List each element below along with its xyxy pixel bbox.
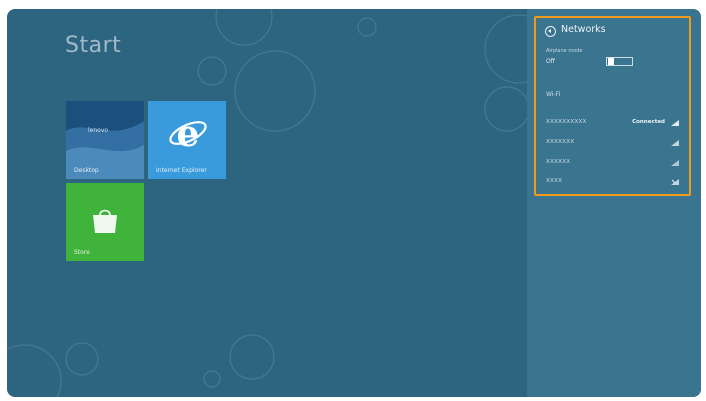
network-name: XXXX xyxy=(546,178,563,184)
wifi-signal-icon xyxy=(671,120,679,126)
network-row[interactable]: XXXXXX xyxy=(546,159,683,171)
network-name: XXXXXXX xyxy=(546,139,575,145)
wifi-signal-icon xyxy=(671,160,679,166)
store-bag-icon xyxy=(93,209,117,233)
wifi-signal-icon xyxy=(671,179,679,185)
tile-ie-label: Internet Explorer xyxy=(156,167,207,174)
network-status: Connected xyxy=(632,119,665,125)
desktop-brand: lenovo xyxy=(88,127,109,134)
airplane-mode-toggle[interactable] xyxy=(606,57,633,66)
ie-logo-icon: e xyxy=(169,113,207,153)
tile-desktop-label: Desktop xyxy=(74,167,99,174)
tile-store-label: Store xyxy=(74,249,90,256)
toggle-knob xyxy=(608,58,614,65)
start-screen: Start lenovo Desktop e Internet Explorer… xyxy=(7,9,701,397)
wifi-heading: Wi-Fi xyxy=(546,91,561,98)
start-title: Start xyxy=(65,33,122,58)
network-name: XXXXXXXXXX xyxy=(546,119,587,125)
airplane-mode-value: Off xyxy=(546,58,555,65)
back-icon[interactable] xyxy=(545,26,556,37)
tile-internet-explorer[interactable]: e Internet Explorer xyxy=(148,101,226,179)
tile-desktop[interactable]: lenovo Desktop xyxy=(66,101,144,179)
panel-title: Networks xyxy=(561,24,606,35)
svg-text:e: e xyxy=(177,113,200,153)
network-row[interactable]: XXXXXXXXXX Connected xyxy=(546,119,683,131)
wifi-signal-icon xyxy=(671,140,679,146)
tile-store[interactable]: Store xyxy=(66,183,144,261)
networks-panel: Networks Airplane mode Off Wi-Fi XXXXXXX… xyxy=(534,16,691,196)
network-name: XXXXXX xyxy=(546,159,571,165)
network-row[interactable]: XXXX xyxy=(546,178,683,190)
airplane-mode-label: Airplane mode xyxy=(546,48,583,54)
network-row[interactable]: XXXXXXX xyxy=(546,139,683,151)
